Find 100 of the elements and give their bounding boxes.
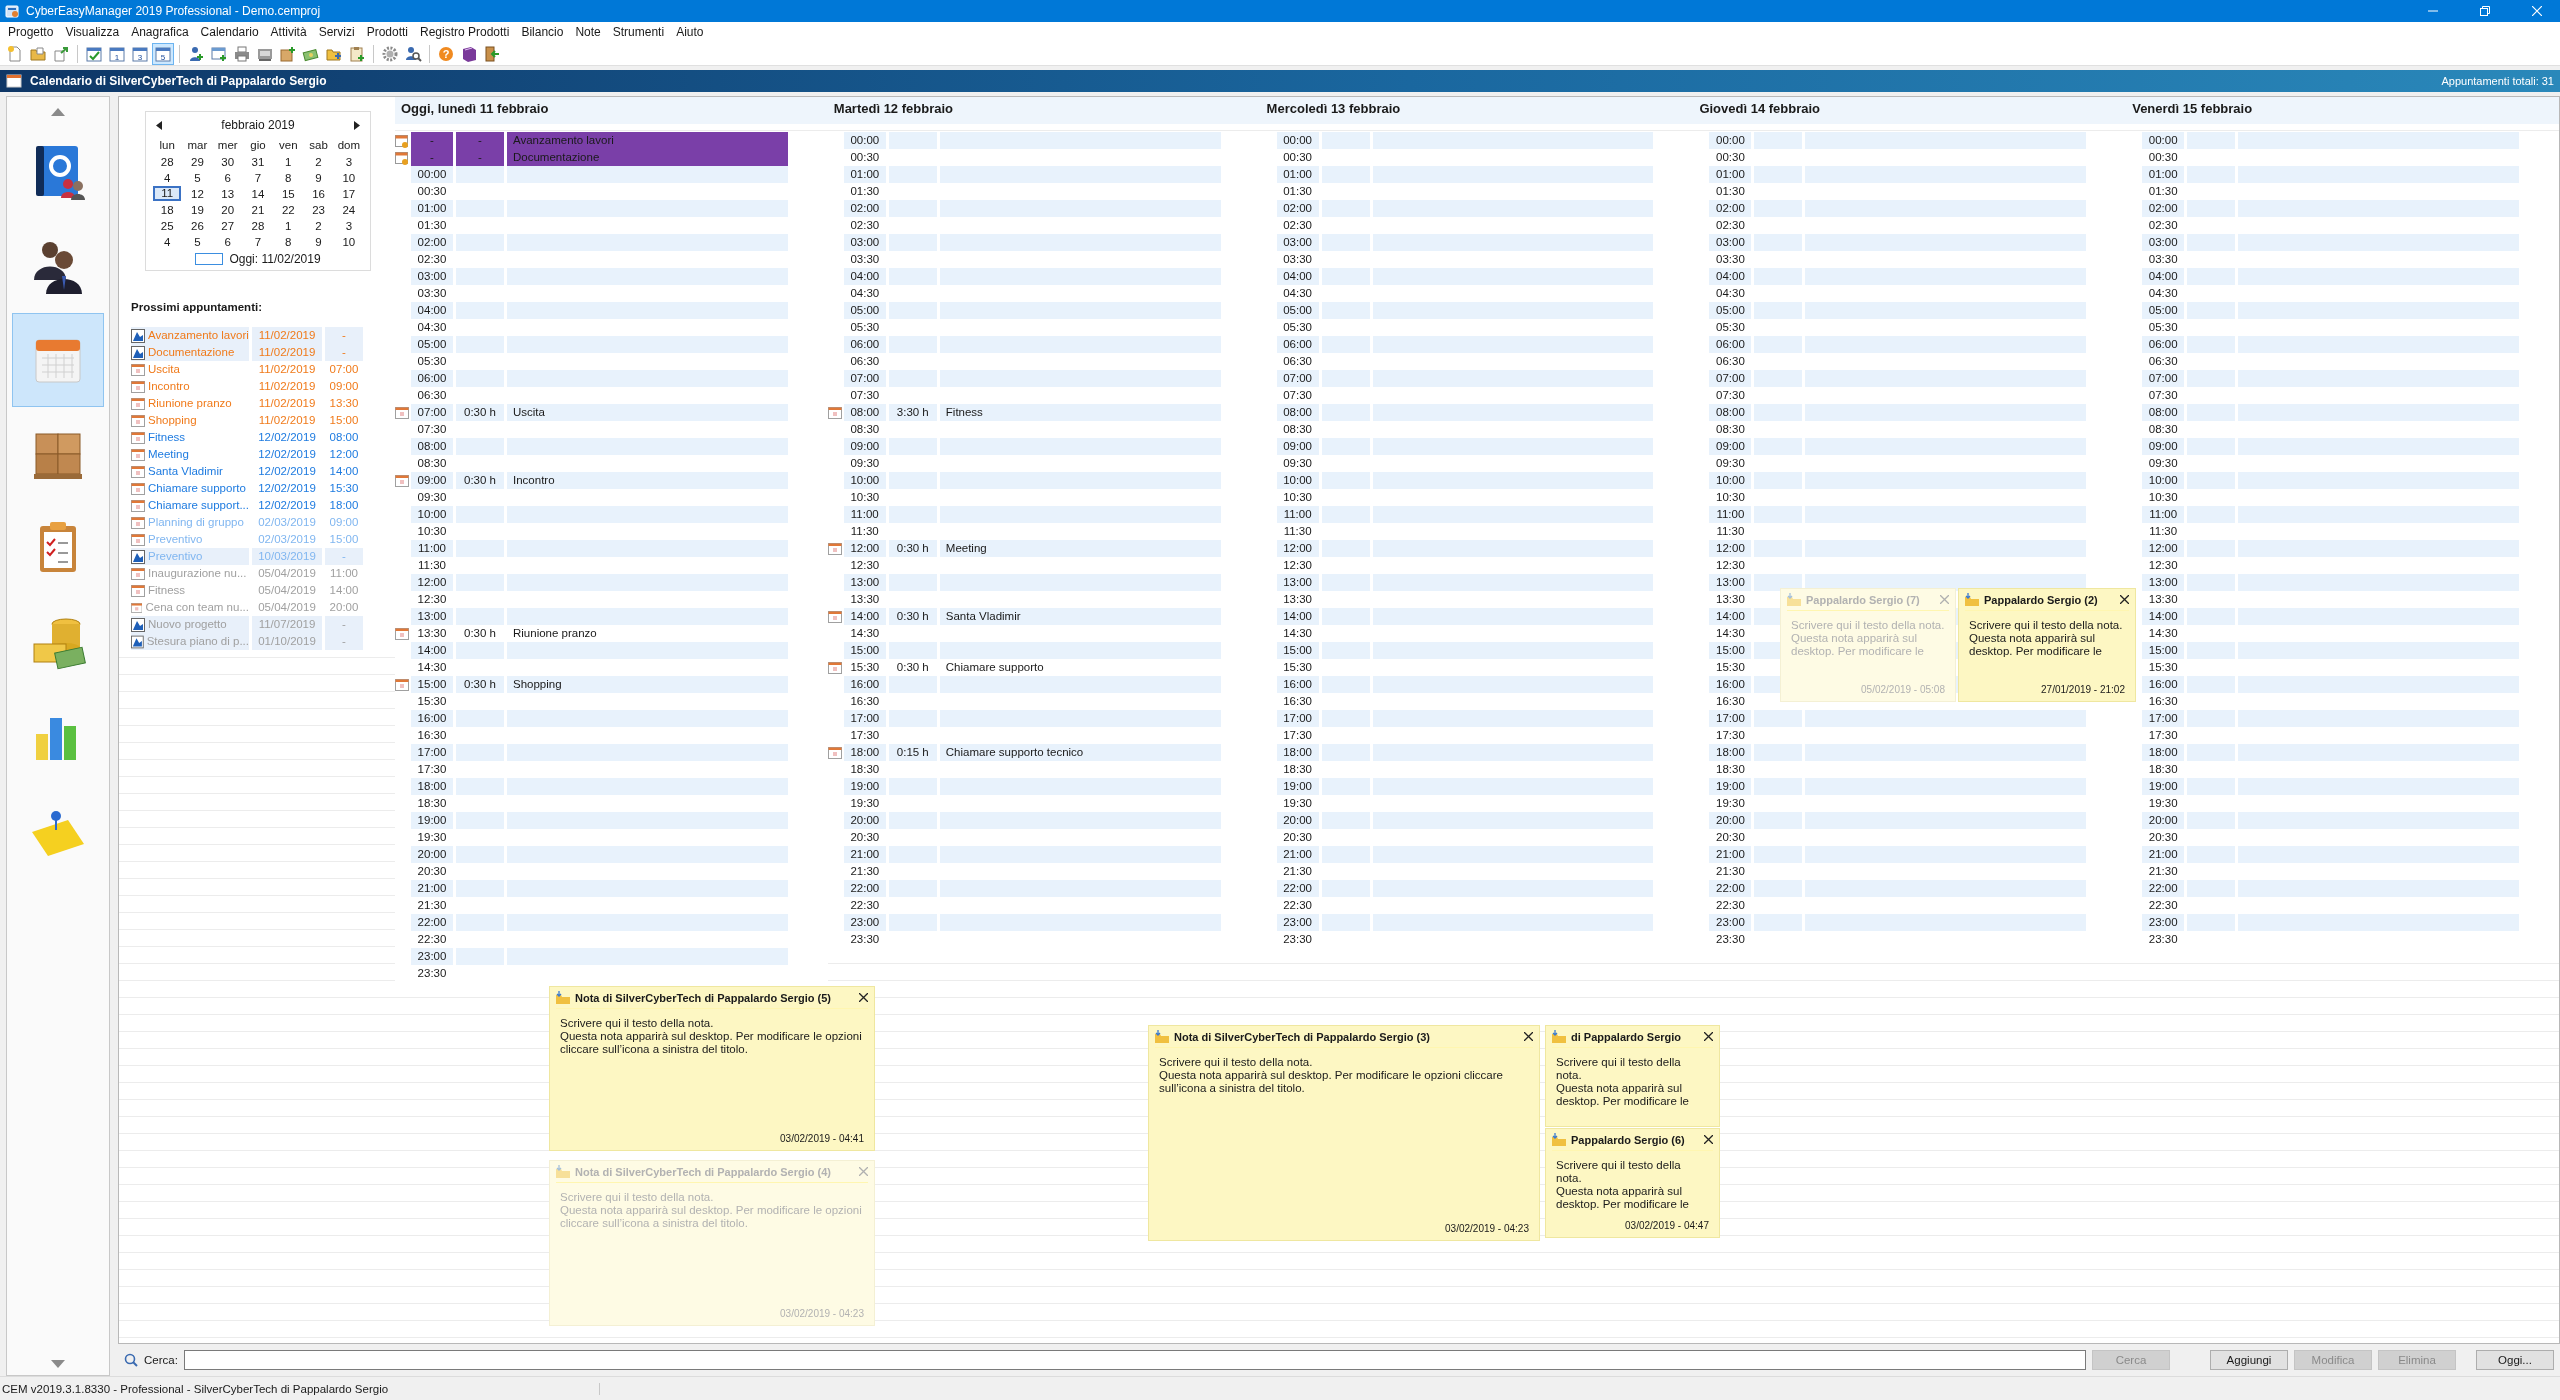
calendar-day[interactable]: 31 bbox=[244, 154, 272, 169]
calendar-day[interactable]: 7 bbox=[244, 170, 272, 185]
event-title[interactable]: Chiamare supporto bbox=[939, 659, 1221, 676]
calendar-day[interactable]: 27 bbox=[213, 218, 242, 233]
event-title[interactable]: Shopping bbox=[507, 676, 788, 693]
close-icon[interactable] bbox=[1524, 1032, 1533, 1041]
close-icon[interactable] bbox=[1704, 1135, 1713, 1144]
calendar-day[interactable]: 9 bbox=[304, 234, 333, 249]
calendar-day[interactable]: 5 bbox=[183, 234, 212, 249]
menu-item[interactable]: Visualizza bbox=[59, 25, 126, 39]
restore-icon[interactable] bbox=[2480, 6, 2490, 16]
menu-item[interactable]: Calendario bbox=[194, 25, 265, 39]
close-icon[interactable] bbox=[2120, 595, 2129, 604]
calendar-day[interactable]: 14 bbox=[244, 186, 272, 201]
note-window[interactable]: di Pappalardo Sergio Scrivere qui il testo della nota. Questa nota apparirà sul desktop. Per modificare le bbox=[1545, 1025, 1720, 1127]
event-title[interactable]: Meeting bbox=[939, 540, 1221, 557]
menu-item[interactable]: Servizi bbox=[312, 25, 361, 39]
event-title[interactable]: Incontro bbox=[507, 472, 788, 489]
folder-icon[interactable] bbox=[1965, 593, 1979, 606]
calendar-day[interactable]: 9 bbox=[304, 170, 333, 185]
today-link[interactable]: Oggi: 11/02/2019 bbox=[229, 252, 321, 266]
calendar-day[interactable]: 4 bbox=[153, 234, 182, 249]
calendar-day[interactable]: 15 bbox=[274, 186, 303, 201]
menu-item[interactable]: Progetto bbox=[2, 25, 60, 39]
calendar-day[interactable]: 13 bbox=[213, 186, 242, 201]
calendar-day[interactable]: 22 bbox=[274, 202, 303, 217]
calendar-day[interactable]: 8 bbox=[274, 234, 303, 249]
calendar-day[interactable]: 30 bbox=[213, 154, 242, 169]
calendar-day[interactable]: 5 bbox=[183, 170, 212, 185]
event-title[interactable]: Uscita bbox=[507, 404, 788, 421]
search-field[interactable] bbox=[183, 1350, 2086, 1370]
close-icon[interactable] bbox=[1704, 1032, 1713, 1041]
appointment-title[interactable]: Meeting bbox=[148, 446, 189, 463]
folder-icon[interactable] bbox=[1552, 1030, 1566, 1043]
toolbar-button[interactable]: 5 bbox=[152, 42, 174, 65]
calendar-day[interactable]: 19 bbox=[183, 202, 212, 217]
note-window[interactable]: Pappalardo Sergio (2) Scrivere qui il testo della nota. Questa nota apparirà sul desktop. Per modificare le 27/01/2019 - 21:02 bbox=[1958, 588, 2136, 702]
calendar-day[interactable]: 7 bbox=[244, 234, 272, 249]
calendar-day[interactable]: 28 bbox=[244, 218, 272, 233]
calendar-day[interactable]: 6 bbox=[213, 234, 242, 249]
time-label: 04:00 bbox=[411, 302, 453, 319]
event-title[interactable]: Riunione pranzo bbox=[507, 625, 788, 642]
day-header: Venerdì 15 febbraio bbox=[2126, 97, 2559, 124]
calendar-day[interactable]: 1 bbox=[274, 154, 303, 169]
calendar-day[interactable]: 3 bbox=[334, 218, 363, 233]
calendar-day[interactable]: 17 bbox=[334, 186, 363, 201]
calendar-day[interactable]: 20 bbox=[213, 202, 242, 217]
appointment-title[interactable]: Fitness bbox=[148, 429, 186, 446]
calendar-day[interactable]: 28 bbox=[153, 154, 182, 169]
menu-item[interactable]: Attività bbox=[264, 25, 313, 39]
folder-icon[interactable] bbox=[1552, 1133, 1566, 1146]
calendar-day[interactable]: 12 bbox=[183, 186, 212, 201]
appointment-title[interactable]: Chiamare support... bbox=[148, 497, 249, 514]
menu-item[interactable]: Strumenti bbox=[606, 25, 671, 39]
calendar-day[interactable]: 24 bbox=[334, 202, 363, 217]
menu-item[interactable]: Registro Prodotti bbox=[414, 25, 516, 39]
calendar-day[interactable]: 6 bbox=[213, 170, 242, 185]
event-title[interactable]: Santa Vladimir bbox=[939, 608, 1221, 625]
calendar-day[interactable]: 21 bbox=[244, 202, 272, 217]
toolbar-button[interactable]: 3 bbox=[129, 42, 151, 65]
calendar-day[interactable]: 26 bbox=[183, 218, 212, 233]
calendar-day[interactable]: 25 bbox=[153, 218, 182, 233]
time-label: 03:00 bbox=[1276, 234, 1319, 251]
previous-month-icon[interactable] bbox=[156, 120, 162, 130]
note-window[interactable] bbox=[1148, 1025, 1540, 1241]
toolbar-button[interactable]: 1 bbox=[106, 42, 128, 65]
menu-item[interactable]: Bilancio bbox=[515, 25, 570, 39]
calendar-day[interactable]: 3 bbox=[334, 154, 363, 169]
menu-item[interactable]: Aiuto bbox=[670, 25, 710, 39]
time-label: 21:00 bbox=[411, 880, 453, 897]
calendar-day[interactable]: 2 bbox=[304, 218, 333, 233]
menu-item[interactable]: Note bbox=[569, 25, 607, 39]
calendar-day[interactable]: 4 bbox=[153, 170, 182, 185]
menu-item[interactable]: Prodotti bbox=[360, 25, 414, 39]
calendar-day[interactable]: 10 bbox=[334, 234, 363, 249]
calendar-day[interactable]: 8 bbox=[274, 170, 303, 185]
calendar-day[interactable]: 11 bbox=[153, 186, 182, 201]
appointment-title[interactable]: Santa Vladimir bbox=[148, 463, 223, 480]
calendar-day[interactable]: 23 bbox=[304, 202, 333, 217]
search-label: Cerca: bbox=[144, 1354, 178, 1366]
event-title[interactable]: Fitness bbox=[939, 404, 1221, 421]
close-icon[interactable] bbox=[859, 993, 868, 1002]
note-window[interactable] bbox=[549, 986, 875, 1151]
folder-icon[interactable] bbox=[1155, 1030, 1169, 1043]
next-month-icon[interactable] bbox=[354, 120, 360, 130]
scroll-down-icon[interactable] bbox=[51, 1360, 65, 1368]
event-title[interactable]: Chiamare supporto tecnico bbox=[939, 744, 1221, 761]
folder-icon[interactable] bbox=[556, 991, 570, 1004]
action-button[interactable]: Oggi... bbox=[2476, 1350, 2554, 1370]
appointment-title[interactable]: Chiamare supporto bbox=[148, 480, 246, 497]
note-window[interactable]: Pappalardo Sergio (6) Scrivere qui il testo della nota. Questa nota apparirà sul desktop. Per modificare le 03/02/2019 - 04:47 bbox=[1545, 1128, 1720, 1238]
calendar-day[interactable]: 10 bbox=[334, 170, 363, 185]
action-button[interactable]: Aggiungi bbox=[2210, 1350, 2288, 1370]
calendar-day[interactable]: 2 bbox=[304, 154, 333, 169]
calendar-day[interactable]: 29 bbox=[183, 154, 212, 169]
calendar-day[interactable]: 18 bbox=[153, 202, 182, 217]
calendar-day[interactable]: 1 bbox=[274, 218, 303, 233]
scroll-up-icon[interactable] bbox=[51, 108, 65, 116]
calendar-day[interactable]: 16 bbox=[304, 186, 333, 201]
menu-item[interactable]: Anagrafica bbox=[125, 25, 195, 39]
